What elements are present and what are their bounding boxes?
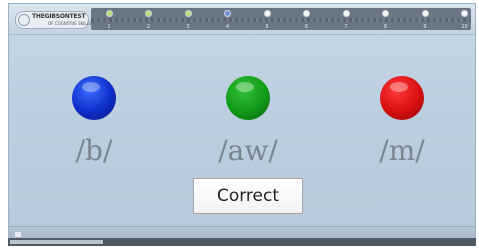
step-number: 2 [146,24,151,30]
step-dot-icon [421,10,429,17]
square-icon [15,232,21,237]
step-number: 9 [423,24,427,30]
app-frame: THEGIBSONTEST OF COGNITIVE SKILLS 1 2 3 4 5 6… [0,0,479,248]
progress-step-1: 1 [101,10,117,30]
phoneme-token-1[interactable]: /b/ [29,76,159,166]
step-number: 6 [304,24,309,30]
footer-progress-fill [10,240,103,244]
gibson-logo: THEGIBSONTEST OF COGNITIVE SKILLS [15,11,92,29]
header-bar: THEGIBSONTEST OF COGNITIVE SKILLS 1 2 3 4 5 6… [9,4,475,35]
progress-step-3: 3 [180,10,196,30]
step-dot-icon [342,10,350,17]
step-number: 8 [383,24,388,30]
progress-step-9: 9 [417,10,433,30]
step-dot-icon [105,10,113,17]
progress-step-2: 2 [141,10,157,30]
step-number: 4 [225,24,230,30]
phoneme-label: /m/ [379,134,425,167]
phoneme-token-3[interactable]: /m/ [337,76,467,166]
phoneme-token-2[interactable]: /aw/ [183,76,313,166]
red-ball-icon[interactable] [380,76,424,120]
blue-ball-icon[interactable] [72,76,116,120]
progress-step-8: 8 [378,10,394,30]
progress-step-4: 4 [220,10,236,30]
step-dot-icon [263,10,271,17]
progress-step-6: 6 [299,10,315,30]
logo-mark-icon [18,14,30,26]
progress-step-5: 5 [259,10,275,30]
step-dot-icon [224,10,231,17]
test-panel: THEGIBSONTEST OF COGNITIVE SKILLS 1 2 3 4 5 6… [8,3,476,241]
step-dot-icon [184,10,192,17]
phoneme-label: /aw/ [218,134,278,167]
step-number: 10 [461,24,468,30]
step-number: 3 [186,24,190,30]
step-dot-icon [145,10,152,17]
step-progress-track: 1 2 3 4 5 6 7 8 9 10 [91,8,471,30]
step-number: 7 [344,24,348,30]
progress-step-10: 10 [457,10,473,30]
step-dot-icon [382,10,389,17]
progress-step-7: 7 [338,10,354,30]
green-ball-icon[interactable] [226,76,270,120]
logo-tagline: OF COGNITIVE SKILLS [48,21,92,26]
step-number: 5 [265,24,269,30]
phoneme-label: /b/ [75,134,113,167]
step-dot-icon [461,10,468,17]
correct-button[interactable]: Correct [193,178,303,214]
logo-text: THEGIBSONTEST [32,13,86,20]
step-dot-icon [303,10,310,17]
step-number: 1 [107,24,111,30]
footer-progress-bar [8,238,476,246]
